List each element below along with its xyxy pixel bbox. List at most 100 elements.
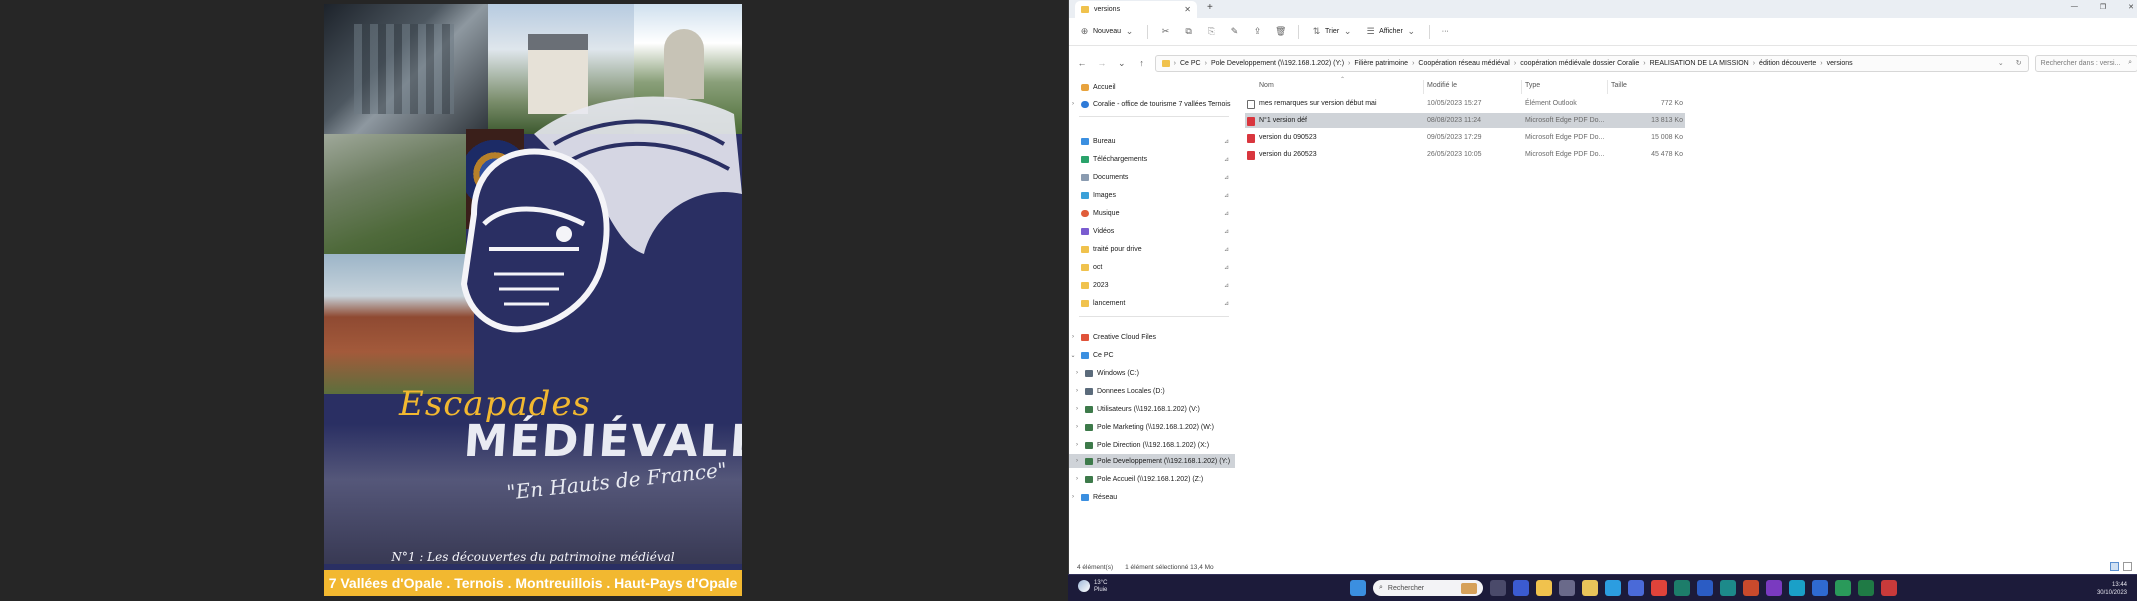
sidebar-item-drive-y[interactable]: › Pole Developpement (\\192.168.1.202) (Y…: [1069, 454, 1235, 468]
sidebar-item-drive-d[interactable]: › Donnees Locales (D:): [1069, 384, 1235, 398]
chevron-right-icon[interactable]: ›: [1073, 406, 1081, 412]
recent-chevron-icon[interactable]: ⌄: [1115, 58, 1129, 69]
back-arrow-icon[interactable]: ←: [1075, 58, 1089, 68]
excel-icon[interactable]: [1858, 580, 1874, 596]
app-icon[interactable]: [1881, 580, 1897, 596]
close-tab-icon[interactable]: ✕: [1184, 5, 1191, 14]
view-button[interactable]: ☰ Afficher ⌄: [1365, 26, 1417, 37]
sidebar-item-creative-cloud[interactable]: › Creative Cloud Files: [1069, 330, 1235, 344]
up-arrow-icon[interactable]: ↑: [1135, 58, 1149, 68]
maximize-button[interactable]: ❐: [2100, 3, 2106, 11]
file-row[interactable]: mes remarques sur version début mai 10/0…: [1245, 96, 1685, 111]
sidebar-item-drive-w[interactable]: › Pole Marketing (\\192.168.1.202) (W:): [1069, 420, 1235, 434]
column-header-type[interactable]: Type: [1525, 82, 1540, 89]
clock[interactable]: 13:44 30/10/2023: [2097, 581, 2127, 597]
taskbar-search[interactable]: ⌕ Rechercher: [1373, 580, 1483, 596]
more-options-button[interactable]: ···: [1442, 28, 1449, 35]
chrome-icon[interactable]: [1651, 580, 1667, 596]
breadcrumb-edition[interactable]: édition découverte: [1759, 60, 1816, 67]
sidebar-item-onedrive[interactable]: › Coralie - office de tourisme 7 vallées…: [1069, 97, 1235, 111]
rename-icon[interactable]: ✎: [1229, 26, 1240, 37]
app-icon[interactable]: [1720, 580, 1736, 596]
sidebar-item-images[interactable]: Images ⊿: [1069, 188, 1235, 202]
minimize-button[interactable]: —: [2071, 3, 2078, 11]
new-tab-button[interactable]: +: [1207, 2, 1213, 13]
file-row[interactable]: version du 260523 26/05/2023 10:05 Micro…: [1245, 147, 1685, 162]
paste-icon[interactable]: ⎘: [1206, 26, 1217, 37]
word-icon[interactable]: [1697, 580, 1713, 596]
sidebar-item-network[interactable]: › Réseau: [1069, 490, 1235, 504]
chevron-right-icon[interactable]: ›: [1069, 101, 1077, 107]
breadcrumb-realisation[interactable]: REALISATION DE LA MISSION: [1650, 60, 1749, 67]
breadcrumb-filiere[interactable]: Filière patrimoine: [1354, 60, 1408, 67]
folder-app-icon[interactable]: [1582, 580, 1598, 596]
column-divider[interactable]: [1607, 80, 1608, 94]
breadcrumb-cooperation[interactable]: Coopération réseau médiéval: [1418, 60, 1509, 67]
chevron-right-icon[interactable]: ›: [1073, 458, 1081, 464]
breadcrumb-versions[interactable]: versions: [1827, 60, 1853, 67]
column-header-size[interactable]: Taille: [1611, 82, 1627, 89]
sidebar-item-bureau[interactable]: Bureau ⊿: [1069, 134, 1235, 148]
powerpoint-icon[interactable]: [1743, 580, 1759, 596]
chevron-right-icon[interactable]: ›: [1073, 424, 1081, 430]
sidebar-item-telechargements[interactable]: Téléchargements ⊿: [1069, 152, 1235, 166]
column-divider[interactable]: [1521, 80, 1522, 94]
chevron-right-icon[interactable]: ›: [1073, 370, 1081, 376]
address-bar[interactable]: › Ce PC › Pole Developpement (\\192.168.…: [1154, 54, 2029, 72]
close-window-button[interactable]: ✕: [2128, 3, 2134, 11]
outlook-icon[interactable]: [1628, 580, 1644, 596]
file-explorer-icon[interactable]: [1536, 580, 1552, 596]
sidebar-item-this-pc[interactable]: ⌄ Ce PC: [1069, 348, 1235, 362]
search-input[interactable]: Rechercher dans : versi... ⌕: [2034, 54, 2137, 72]
history-chevron-icon[interactable]: ⌄: [1998, 59, 2004, 67]
weather-widget[interactable]: 13°C Pluie: [1078, 580, 1107, 594]
sidebar-item-oct[interactable]: oct ⊿: [1069, 260, 1235, 274]
file-row[interactable]: version du 090523 09/05/2023 17:29 Micro…: [1245, 130, 1685, 145]
chevron-right-icon[interactable]: ›: [1069, 334, 1077, 340]
share-icon[interactable]: ⇪: [1252, 26, 1263, 37]
app-icon[interactable]: [1674, 580, 1690, 596]
refresh-icon[interactable]: ↻: [2016, 59, 2022, 67]
task-view-icon[interactable]: [1490, 580, 1506, 596]
sidebar-item-2023[interactable]: 2023 ⊿: [1069, 278, 1235, 292]
sidebar-item-videos[interactable]: Vidéos ⊿: [1069, 224, 1235, 238]
edge-icon[interactable]: [1789, 580, 1805, 596]
sidebar-item-documents[interactable]: Documents ⊿: [1069, 170, 1235, 184]
app-icon[interactable]: [1835, 580, 1851, 596]
delete-icon[interactable]: 🗑: [1275, 26, 1286, 37]
onenote-icon[interactable]: [1766, 580, 1782, 596]
sidebar-item-traite-pour-drive[interactable]: traité pour drive ⊿: [1069, 242, 1235, 256]
start-icon[interactable]: [1350, 580, 1366, 596]
tiles-view-icon[interactable]: [2123, 562, 2132, 571]
chevron-down-icon[interactable]: ⌄: [1069, 352, 1077, 359]
tab-versions[interactable]: versions ✕: [1075, 1, 1197, 18]
cut-icon[interactable]: ✂: [1160, 26, 1171, 37]
app-icon[interactable]: [1812, 580, 1828, 596]
mail-icon[interactable]: [1605, 580, 1621, 596]
sidebar-item-lancement[interactable]: lancement ⊿: [1069, 296, 1235, 310]
column-divider[interactable]: [1423, 80, 1424, 94]
sidebar-item-drive-z[interactable]: › Pole Accueil (\\192.168.1.202) (Z:): [1069, 472, 1235, 486]
forward-arrow-icon[interactable]: →: [1095, 58, 1109, 68]
sidebar-item-drive-x[interactable]: › Pole Direction (\\192.168.1.202) (X:): [1069, 438, 1235, 452]
app-icon[interactable]: [1559, 580, 1575, 596]
sort-button[interactable]: ⇅ Trier ⌄: [1311, 26, 1353, 37]
sidebar-item-drive-v[interactable]: › Utilisateurs (\\192.168.1.202) (V:): [1069, 402, 1235, 416]
copy-icon[interactable]: ⧉: [1183, 26, 1194, 37]
chevron-right-icon[interactable]: ›: [1069, 494, 1077, 500]
sidebar-item-musique[interactable]: Musique ⊿: [1069, 206, 1235, 220]
breadcrumb-this-pc[interactable]: Ce PC: [1180, 60, 1201, 67]
sidebar-item-home[interactable]: Accueil: [1069, 80, 1235, 94]
column-header-date[interactable]: Modifié le: [1427, 82, 1457, 89]
column-header-name[interactable]: Nom: [1259, 82, 1274, 89]
breadcrumb-drive[interactable]: Pole Developpement (\\192.168.1.202) (Y:…: [1211, 60, 1344, 67]
new-button[interactable]: ⊕ Nouveau ⌄: [1079, 26, 1135, 37]
teams-icon[interactable]: [1513, 580, 1529, 596]
chevron-right-icon[interactable]: ›: [1073, 442, 1081, 448]
sidebar-item-drive-c[interactable]: › Windows (C:): [1069, 366, 1235, 380]
chevron-right-icon[interactable]: ›: [1073, 388, 1081, 394]
breadcrumb-dossier[interactable]: coopération médiévale dossier Coralie: [1520, 60, 1639, 67]
details-view-icon[interactable]: [2110, 562, 2119, 571]
file-row-selected[interactable]: N°1 version déf 08/08/2023 11:24 Microso…: [1245, 113, 1685, 128]
chevron-right-icon[interactable]: ›: [1073, 476, 1081, 482]
